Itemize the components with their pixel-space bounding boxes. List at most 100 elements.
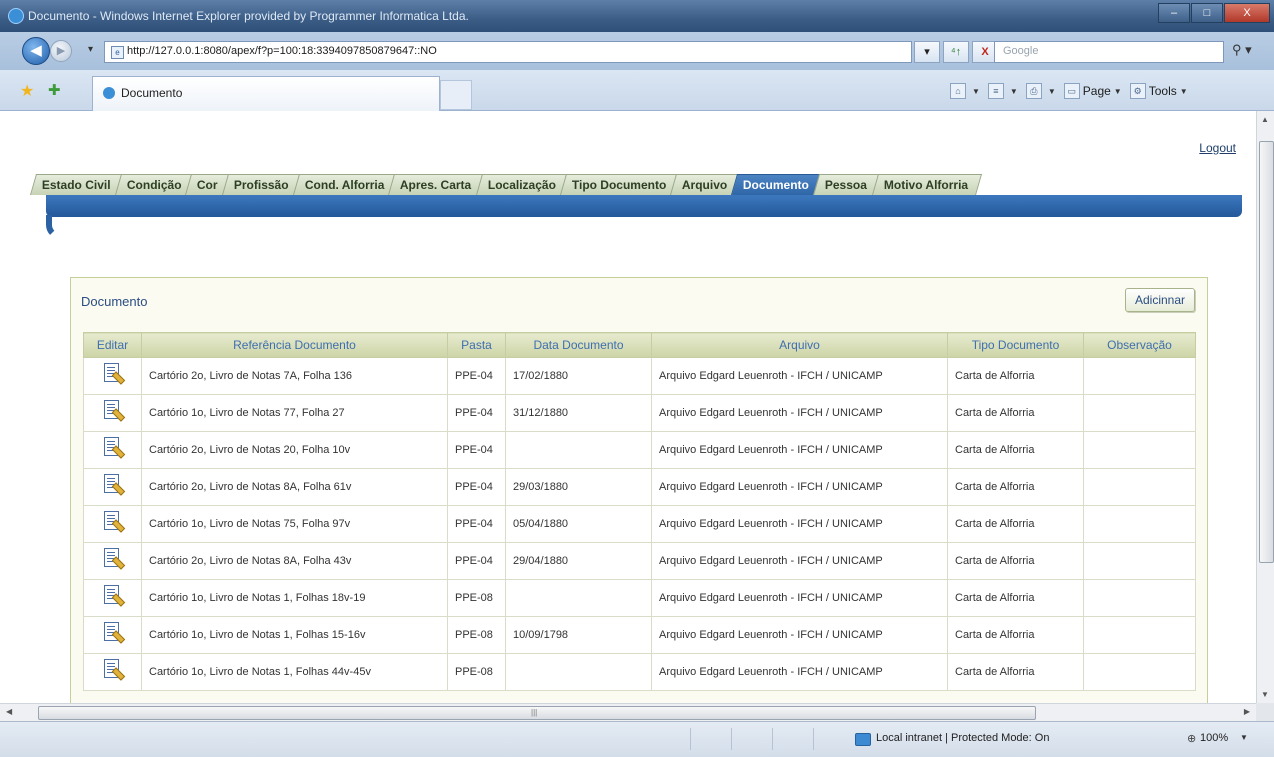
app-tab-label: Pessoa: [825, 178, 868, 192]
cell-data: 29/03/1880: [505, 468, 652, 506]
app-tab-label: Estado Civil: [41, 178, 111, 192]
scroll-corner: [1256, 703, 1274, 721]
edit-document-icon[interactable]: [103, 473, 125, 498]
edit-document-icon[interactable]: [103, 584, 125, 609]
scroll-grip-icon: |||: [531, 708, 538, 717]
status-divider: [731, 728, 772, 750]
cell-pasta: PPE-04: [447, 394, 506, 432]
status-divider: [690, 728, 731, 750]
pencil-glyph: [111, 481, 125, 496]
status-divider: [772, 728, 813, 750]
cell-pasta: PPE-08: [447, 616, 506, 654]
tools-menu[interactable]: ⚙ Tools ▼: [1129, 83, 1188, 99]
favorites-bar: ★ ✚ Documento ⌂ ▼ ≡ ▼ ⎙ ▼ ▭ Page ▼ ⚙ Tools ▼: [0, 70, 1274, 111]
add-favorites-icon[interactable]: ✚: [48, 81, 61, 99]
cell-pasta: PPE-04: [447, 542, 506, 580]
app-tab-label: Apres. Carta: [400, 178, 472, 192]
app-tab-motivo-alforria[interactable]: Motivo Alforria: [871, 174, 982, 195]
table-row: Cartório 1o, Livro de Notas 77, Folha 27…: [83, 394, 1196, 432]
browser-tab[interactable]: Documento: [92, 76, 440, 111]
cell-obs: [1083, 579, 1196, 617]
maximize-button[interactable]: □: [1191, 3, 1223, 23]
cell-tipo: Carta de Alforria: [947, 579, 1084, 617]
cell-ref: Cartório 2o, Livro de Notas 8A, Folha 43…: [141, 542, 448, 580]
scroll-up-arrow-icon[interactable]: ▲: [1261, 115, 1269, 124]
cell-obs: [1083, 542, 1196, 580]
app-tab-apres-carta[interactable]: Apres. Carta: [388, 174, 486, 195]
search-input[interactable]: Google: [994, 41, 1224, 63]
column-header[interactable]: Tipo Documento: [947, 332, 1084, 358]
logout-link[interactable]: Logout: [1199, 141, 1236, 155]
zoom-dropdown-icon[interactable]: ▼: [1240, 733, 1248, 742]
address-field[interactable]: e http://127.0.0.1:8080/apex/f?p=100:18:…: [104, 41, 912, 63]
feeds-icon: ≡: [987, 83, 1004, 99]
horizontal-scroll-thumb[interactable]: |||: [38, 706, 1036, 720]
scroll-down-arrow-icon[interactable]: ▼: [1261, 690, 1269, 699]
app-tab-tipo-documento[interactable]: Tipo Documento: [559, 174, 681, 195]
edit-document-icon[interactable]: [103, 362, 125, 387]
new-tab-button[interactable]: [440, 80, 472, 110]
zoom-icon: ⊕: [1187, 733, 1197, 745]
home-icon: ⌂: [950, 83, 966, 99]
column-header[interactable]: Observação: [1083, 332, 1196, 358]
search-icon[interactable]: ⚲ ▾: [1232, 42, 1252, 58]
app-tab-profissao[interactable]: Profissão: [222, 174, 303, 195]
home-button[interactable]: ⌂ ▼: [950, 83, 980, 99]
pencil-glyph: [111, 407, 125, 422]
edit-document-icon[interactable]: [103, 436, 125, 461]
back-button[interactable]: ◀: [22, 37, 50, 65]
feeds-button[interactable]: ≡ ▼: [987, 83, 1018, 99]
address-dropdown-button[interactable]: ▾: [914, 41, 940, 63]
table-header-row: Editar Referência Documento Pasta Data Docu…: [83, 332, 1196, 358]
scroll-left-arrow-icon[interactable]: ◀: [6, 707, 12, 716]
security-zone-text[interactable]: Local intranet | Protected Mode: On: [876, 732, 1049, 744]
cell-tipo: Carta de Alforria: [947, 431, 1084, 469]
edit-cell: [83, 542, 142, 580]
edit-cell: [83, 653, 142, 691]
zoom-level[interactable]: 100%: [1200, 732, 1228, 744]
favorites-star-icon[interactable]: ★: [20, 81, 34, 101]
page-icon: e: [111, 46, 124, 59]
close-button[interactable]: X: [1224, 3, 1270, 23]
refresh-button[interactable]: ⁴↑: [943, 41, 969, 63]
url-text: http://127.0.0.1:8080/apex/f?p=100:18:33…: [127, 45, 437, 57]
command-bar: ⌂ ▼ ≡ ▼ ⎙ ▼ ▭ Page ▼ ⚙ Tools ▼: [950, 83, 1196, 99]
print-button[interactable]: ⎙ ▼: [1025, 83, 1056, 99]
add-button[interactable]: Adicinnar: [1124, 288, 1195, 312]
table-row: Cartório 2o, Livro de Notas 8A, Folha 61…: [83, 468, 1196, 506]
column-header[interactable]: Data Documento: [505, 332, 652, 358]
edit-document-icon[interactable]: [103, 399, 125, 424]
column-header[interactable]: Referência Documento: [141, 332, 448, 358]
edit-document-icon[interactable]: [103, 658, 125, 683]
edit-document-icon[interactable]: [103, 621, 125, 646]
pencil-glyph: [111, 555, 125, 570]
cell-arquivo: Arquivo Edgard Leuenroth - IFCH / UNICAM…: [651, 431, 948, 469]
forward-button[interactable]: ▶: [50, 40, 72, 62]
column-header[interactable]: Arquivo: [651, 332, 948, 358]
cell-arquivo: Arquivo Edgard Leuenroth - IFCH / UNICAM…: [651, 616, 948, 654]
table-row: Cartório 1o, Livro de Notas 1, Folhas 15…: [83, 616, 1196, 654]
minimize-button[interactable]: –: [1158, 3, 1190, 23]
vertical-scrollbar[interactable]: ▲ ▼: [1256, 111, 1274, 703]
cell-obs: [1083, 431, 1196, 469]
search-placeholder: Google: [1003, 45, 1039, 57]
app-tab-localizacao[interactable]: Localização: [475, 174, 570, 195]
horizontal-scrollbar[interactable]: ◀ ||| ▶: [0, 703, 1256, 722]
app-tab-estado-civil[interactable]: Estado Civil: [30, 174, 125, 195]
edit-cell: [83, 431, 142, 469]
page-menu[interactable]: ▭ Page ▼: [1063, 83, 1122, 99]
cell-ref: Cartório 2o, Livro de Notas 20, Folha 10…: [141, 431, 448, 469]
column-header[interactable]: Editar: [83, 332, 142, 358]
column-header[interactable]: Pasta: [447, 332, 506, 358]
table-row: Cartório 1o, Livro de Notas 1, Folhas 18…: [83, 579, 1196, 617]
history-dropdown-icon[interactable]: ▾: [88, 44, 93, 55]
scroll-right-arrow-icon[interactable]: ▶: [1244, 707, 1250, 716]
vertical-scroll-thumb[interactable]: [1259, 141, 1274, 563]
app-tab-documento[interactable]: Documento: [731, 174, 824, 195]
app-tab-cond-alforria[interactable]: Cond. Alforria: [292, 174, 399, 195]
cell-ref: Cartório 1o, Livro de Notas 1, Folhas 18…: [141, 579, 448, 617]
edit-document-icon[interactable]: [103, 547, 125, 572]
app-tab-pessoa[interactable]: Pessoa: [813, 174, 882, 195]
edit-document-icon[interactable]: [103, 510, 125, 535]
app-tab-condicao[interactable]: Condição: [114, 174, 196, 195]
